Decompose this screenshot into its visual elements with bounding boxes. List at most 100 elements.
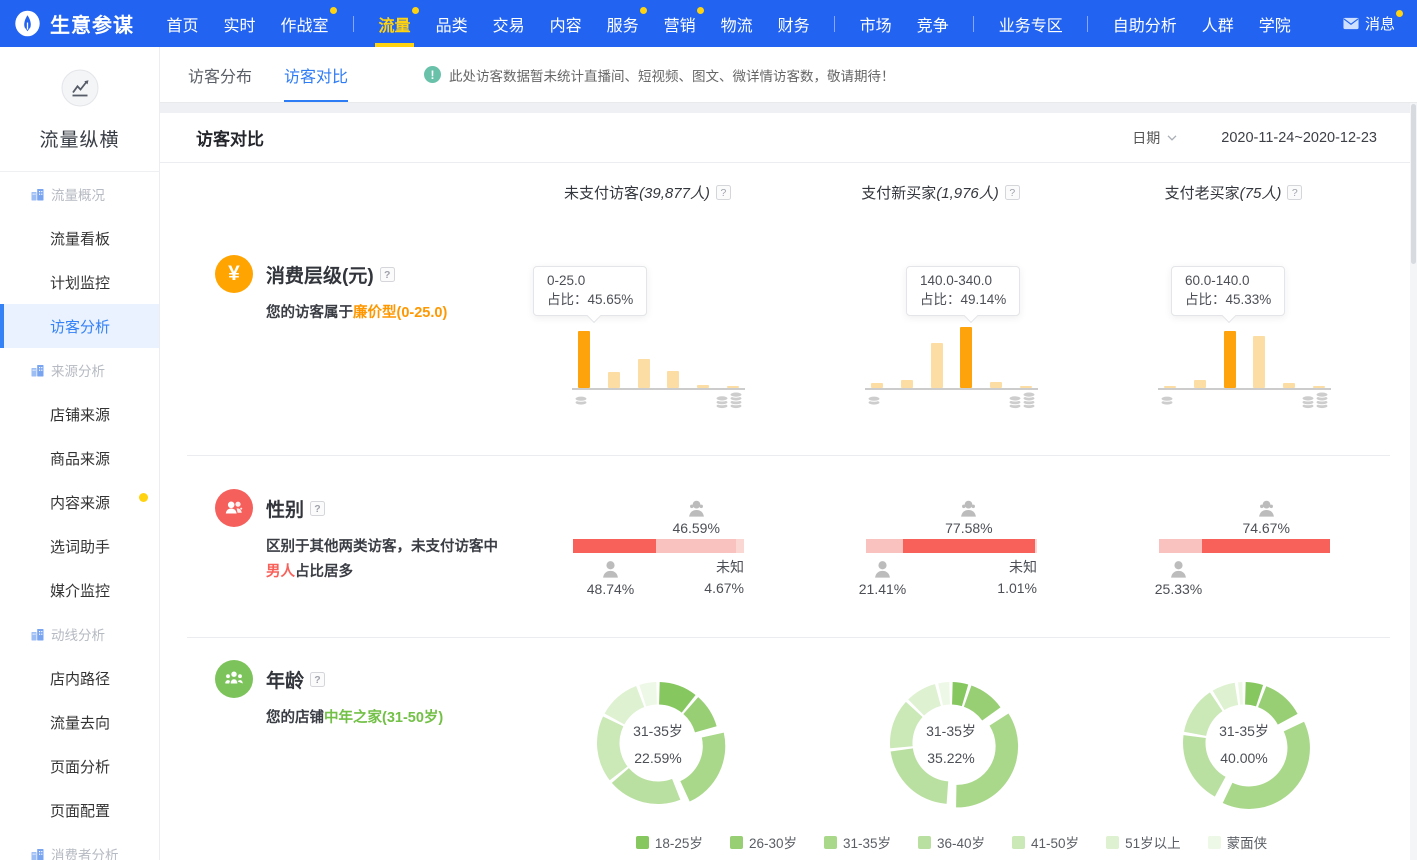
sidebar-item-traffic-destination[interactable]: 流量去向 [0,700,159,744]
gender-title: 性别 [266,495,304,522]
age-slice[interactable] [680,733,725,802]
age-slice[interactable] [605,686,645,724]
scrollbar[interactable] [1410,103,1417,860]
age-slice[interactable] [891,748,949,803]
date-filter-dropdown[interactable]: 日期 [1132,128,1177,148]
sidebar-item-instore-path[interactable]: 店内路径 [0,656,159,700]
help-icon[interactable] [1287,185,1302,200]
bar[interactable] [1253,336,1265,389]
unknown-stat: 未知4.67% [704,557,744,599]
coin-icon [1160,393,1174,411]
age-slice[interactable] [1184,692,1222,736]
tab-visitor-compare[interactable]: 访客对比 [284,47,348,102]
age-slice[interactable] [1183,735,1226,796]
brand[interactable]: 生意参谋 [14,9,154,38]
age-slice[interactable] [597,716,628,780]
sidebar-item-visitor-analysis[interactable]: 访客分析 [0,304,159,348]
unknown-segment[interactable] [736,539,744,553]
bar[interactable] [608,372,620,388]
chart-tooltip: 0-25.0占比：45.65% [533,266,647,316]
bar[interactable] [901,380,913,388]
bar[interactable] [667,371,679,388]
sidebar: 流量纵横 流量概况流量看板计划监控访客分析来源分析店铺来源商品来源内容来源选词助… [0,47,160,860]
male-segment[interactable] [866,539,903,553]
sidebar-item-page-config[interactable]: 页面配置 [0,788,159,832]
nav-item-home[interactable]: 首页 [154,0,211,47]
legend-item: 36-40岁 [918,832,985,852]
female-segment[interactable] [903,539,1036,553]
sidebar-item-traffic-overview[interactable]: 流量概况 [0,172,159,216]
bar[interactable] [931,343,943,388]
sidebar-item-traffic-board[interactable]: 流量看板 [0,216,159,260]
consumption-row: ¥ 消费层级(元) 您的访客属于廉价型(0-25.0) 0-25.0占比：45.… [160,222,1417,455]
nav-item-realtime[interactable]: 实时 [211,0,268,47]
column-header-repeat-buyers: 支付老买家(75人) [1087,182,1380,203]
bar[interactable] [960,327,972,388]
nav-item-competition[interactable]: 竞争 [904,0,961,47]
scrollbar-thumb[interactable] [1411,104,1416,264]
bar[interactable] [638,359,650,388]
nav-item-academy[interactable]: 学院 [1246,0,1303,47]
nav-divider [353,16,354,32]
sidebar-item-plan-monitor[interactable]: 计划监控 [0,260,159,304]
nav-item-finance[interactable]: 财务 [765,0,822,47]
age-slice[interactable] [956,714,1018,808]
nav-item-category[interactable]: 品类 [423,0,480,47]
nav-item-service[interactable]: 服务 [594,0,651,47]
sidebar-item-page-analysis[interactable]: 页面分析 [0,744,159,788]
female-segment[interactable] [656,539,736,553]
nav-item-audience[interactable]: 人群 [1189,0,1246,47]
messages-button[interactable]: 消息 [1337,0,1409,47]
nav-item-traffic[interactable]: 流量 [366,0,423,47]
nav-item-trade[interactable]: 交易 [480,0,537,47]
bar[interactable] [1224,331,1236,388]
sidebar-item-path-analysis[interactable]: 动线分析 [0,612,159,656]
family-icon [215,660,253,698]
male-segment[interactable] [1159,539,1202,553]
sidebar-item-content-source[interactable]: 内容来源 [0,480,159,524]
nav-item-marketing[interactable]: 营销 [651,0,708,47]
age-label: 年龄 您的店铺中年之家(31-50岁) [160,638,512,823]
male-segment[interactable] [573,539,656,553]
chart-tooltip: 60.0-140.0占比：45.33% [1171,266,1285,316]
brand-logo-icon [14,10,41,37]
help-icon[interactable] [310,501,325,516]
age-slice[interactable] [612,768,680,804]
help-icon[interactable] [380,267,395,282]
nav-item-self-analysis[interactable]: 自助分析 [1100,0,1189,47]
female-segment[interactable] [1202,539,1330,553]
age-slice[interactable] [1238,682,1243,705]
nav-item-market[interactable]: 市场 [847,0,904,47]
age-slice[interactable] [938,682,950,705]
bar[interactable] [578,331,590,388]
unknown-segment[interactable] [1035,539,1037,553]
tab-visitor-distribution[interactable]: 访客分布 [188,47,252,102]
sidebar-item-shop-source[interactable]: 店铺来源 [0,392,159,436]
age-slice[interactable] [1258,686,1298,724]
nav-item-content[interactable]: 内容 [537,0,594,47]
bar[interactable] [1194,380,1206,388]
sidebar-item-consumer-analysis[interactable]: 消费者分析 [0,832,159,860]
age-subtitle: 您的店铺中年之家(31-50岁) [266,706,443,731]
legend-swatch [636,836,649,849]
age-donut-chart [879,671,1023,815]
sidebar-item-media-monitor[interactable]: 媒介监控 [0,568,159,612]
date-range[interactable]: 2020-11-24~2020-12-23 [1221,130,1377,146]
gender-people-icon [215,489,253,527]
building-icon [31,188,44,201]
column-headers: 未支付访客(39,877人)支付新买家(1,976人)支付老买家(75人) [160,163,1417,222]
help-icon[interactable] [310,672,325,687]
sidebar-item-word-helper[interactable]: 选词助手 [0,524,159,568]
nav-item-business-zone[interactable]: 业务专区 [986,0,1075,47]
gender-subtitle: 区别于其他两类访客，未支付访客中 男人占比居多 [266,535,498,585]
age-slice[interactable] [964,686,1001,721]
nav-item-logistics[interactable]: 物流 [708,0,765,47]
age-slice[interactable] [1223,722,1310,809]
help-icon[interactable] [1005,185,1020,200]
sidebar-item-source-analysis[interactable]: 来源分析 [0,348,159,392]
female-stat: 74.67% [1221,498,1311,536]
help-icon[interactable] [716,185,731,200]
nav-item-war-room[interactable]: 作战室 [268,0,341,47]
envelope-icon [1343,17,1359,30]
sidebar-item-item-source[interactable]: 商品来源 [0,436,159,480]
